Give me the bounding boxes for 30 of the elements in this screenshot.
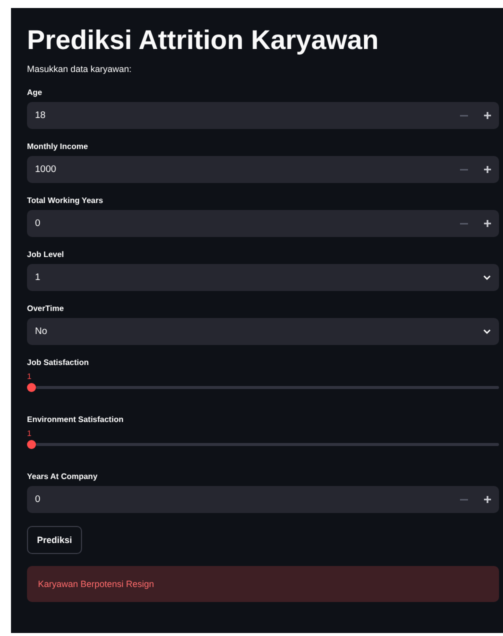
plus-icon[interactable] [484, 166, 491, 173]
field-label: Total Working Years [27, 196, 104, 205]
select-field[interactable]: 1 [27, 264, 499, 291]
plus-icon[interactable] [484, 496, 491, 503]
chevron-down-icon [483, 275, 491, 280]
field-label: Environment Satisfaction [27, 415, 124, 424]
field-label: Monthly Income [27, 142, 88, 151]
predict-button[interactable]: Prediksi [27, 526, 82, 554]
field-label: Years At Company [27, 472, 98, 481]
page-title: Prediksi Attrition Karyawan [27, 24, 380, 56]
plus-icon[interactable] [484, 220, 491, 227]
number-input[interactable]: 0 [27, 486, 499, 513]
chevron-down-icon [483, 329, 491, 334]
number-input[interactable]: 18 [27, 102, 499, 129]
error-alert: Karyawan Berpotensi Resign [27, 566, 499, 602]
slider-value: 1 [27, 429, 32, 439]
slider-thumb[interactable] [27, 382, 36, 392]
plus-icon[interactable] [484, 112, 491, 119]
slider-track[interactable] [36, 442, 499, 446]
field-label: OverTime [27, 304, 64, 313]
select-field[interactable]: No [27, 318, 499, 345]
slider-value: 1 [27, 372, 32, 382]
field-label: Age [27, 88, 42, 97]
number-input[interactable]: 0 [27, 210, 499, 237]
field-label: Job Satisfaction [27, 358, 89, 367]
field-label: Job Level [27, 250, 64, 259]
number-input[interactable]: 1000 [27, 156, 499, 183]
slider-track[interactable] [36, 386, 499, 388]
subtitle: Masukkan data karyawan: [27, 64, 132, 74]
slider-thumb[interactable] [27, 440, 36, 448]
